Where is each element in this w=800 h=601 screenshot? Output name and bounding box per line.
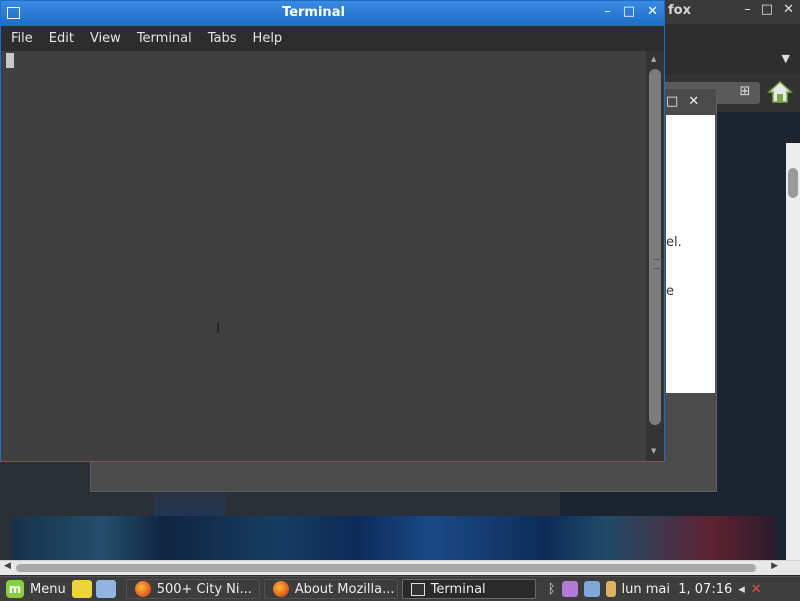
settings-gear-icon[interactable] [561, 581, 578, 597]
firefox-maximize-button[interactable]: □ [761, 2, 773, 17]
network-icon[interactable] [583, 581, 600, 597]
firefox-window-controls: – □ ✕ [744, 2, 794, 17]
taskbar-task[interactable]: 500+ City Ni... [125, 579, 260, 599]
notes-launcher-icon[interactable] [71, 580, 92, 598]
dialog-text-fragment: el. [666, 235, 682, 250]
menu-view[interactable]: View [82, 31, 129, 46]
firefox-vertical-scrollbar[interactable] [786, 143, 800, 563]
terminal-menubar: File Edit View Terminal Tabs Help [1, 26, 664, 51]
menu-help[interactable]: Help [245, 31, 291, 46]
taskbar-task-active[interactable]: Terminal [401, 579, 536, 599]
terminal-output-area[interactable]: I [1, 51, 646, 461]
terminal-minimize-button[interactable]: – [604, 4, 611, 19]
city-photo-strip [12, 516, 774, 562]
firefox-title: fox [668, 3, 691, 18]
volume-icon[interactable]: ◂ [738, 582, 745, 597]
dialog-maximize-button[interactable]: □ [666, 94, 678, 109]
terminal-scroll-thumb[interactable] [649, 69, 662, 425]
scroll-left-arrow-icon[interactable]: ◀ [4, 561, 11, 571]
start-menu-button[interactable]: m Menu [0, 580, 66, 598]
terminal-close-button[interactable]: ✕ [647, 4, 658, 19]
clock[interactable]: lun mai 1, 07:16 [622, 582, 733, 597]
dialog-window-controls: □ ✕ [666, 94, 699, 109]
terminal-title: Terminal [282, 5, 345, 20]
horizontal-scroll-thumb[interactable] [16, 564, 756, 572]
bluetooth-icon[interactable]: ᛒ [548, 582, 556, 597]
lock-icon[interactable] [605, 581, 616, 597]
firefox-close-button[interactable]: ✕ [783, 2, 794, 17]
mint-logo-icon: m [6, 580, 24, 598]
scroll-up-arrow-icon[interactable]: ▲ [651, 55, 656, 63]
menu-edit[interactable]: Edit [41, 31, 82, 46]
taskbar-task-label: About Mozilla... [294, 581, 395, 597]
desktop-launcher-icon[interactable] [95, 580, 116, 598]
dialog-content-page: el. e [666, 115, 715, 393]
bookmarks-icon[interactable]: ⊞ [736, 84, 754, 102]
horizontal-scrollbar[interactable]: ◀ ▶ [0, 560, 800, 575]
terminal-titlebar[interactable]: Terminal – □ ✕ [1, 1, 664, 26]
taskbar-task-label: 500+ City Ni... [156, 581, 252, 597]
menu-terminal[interactable]: Terminal [129, 31, 200, 46]
dialog-text-fragment: e [666, 284, 674, 299]
close-tray-icon[interactable]: ✕ [751, 582, 762, 597]
system-tray: ᛒ lun mai 1, 07:16 ◂ ✕ [548, 581, 762, 597]
dropdown-triangle-icon[interactable]: ▼ [782, 52, 790, 65]
scroll-grip-icon [654, 259, 662, 269]
firefox-icon [272, 581, 289, 597]
firefox-icon [134, 581, 151, 597]
terminal-icon [410, 582, 425, 596]
firefox-minimize-button[interactable]: – [744, 2, 751, 17]
text-cursor-ibeam-icon: I [216, 319, 221, 337]
scroll-right-arrow-icon[interactable]: ▶ [771, 561, 778, 571]
menu-file[interactable]: File [1, 31, 41, 46]
firefox-scroll-thumb[interactable] [788, 168, 798, 198]
taskbar-task-label: Terminal [430, 581, 486, 597]
terminal-cursor [6, 53, 14, 68]
taskbar-task[interactable]: About Mozilla... [263, 579, 398, 599]
start-menu-label: Menu [30, 581, 66, 597]
menu-tabs[interactable]: Tabs [200, 31, 245, 46]
terminal-window: Terminal – □ ✕ File Edit View Terminal T… [0, 0, 665, 462]
taskbar: m Menu 500+ City Ni... About Mozilla... … [0, 576, 800, 601]
scroll-down-arrow-icon[interactable]: ▼ [651, 447, 656, 455]
terminal-window-controls: – □ ✕ [604, 4, 658, 19]
dialog-close-button[interactable]: ✕ [688, 94, 699, 109]
home-icon[interactable] [767, 80, 793, 104]
terminal-maximize-button[interactable]: □ [623, 4, 635, 19]
terminal-vertical-scrollbar[interactable]: ▲ ▼ [646, 51, 664, 461]
